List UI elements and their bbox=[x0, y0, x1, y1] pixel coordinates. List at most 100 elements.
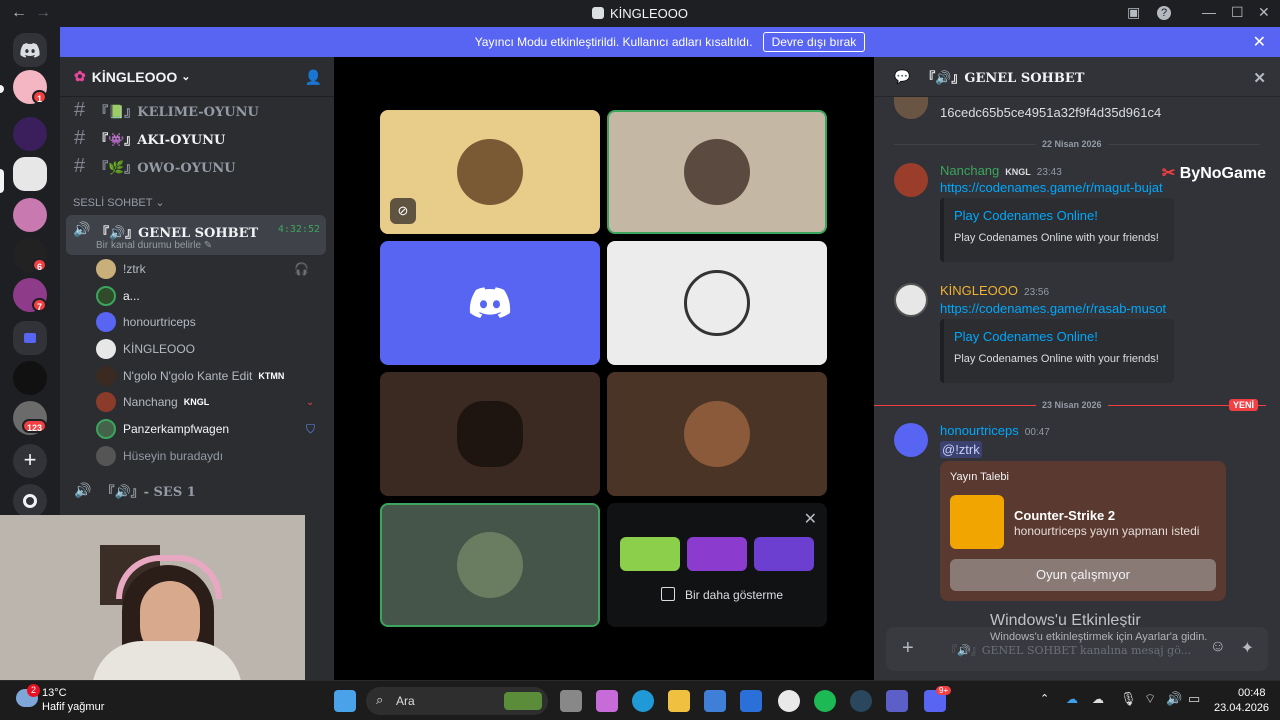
text-channel[interactable]: # 『📗』KELIME-OYUNU bbox=[68, 97, 326, 123]
add-attachment-icon[interactable]: + bbox=[902, 637, 914, 660]
muted-mic-icon: ⊘ bbox=[390, 198, 416, 224]
add-server-icon[interactable]: + bbox=[13, 444, 47, 478]
message-author[interactable]: KİNGLEOOO 23:56 bbox=[940, 283, 1049, 298]
embed-title[interactable]: Play Codenames Online! bbox=[954, 208, 1098, 223]
edge-icon[interactable] bbox=[632, 690, 654, 712]
message-link[interactable]: https://codenames.game/r/magut-bujat bbox=[940, 180, 1163, 195]
task-view-icon[interactable] bbox=[560, 690, 582, 712]
apps-icon[interactable]: ✦ bbox=[1241, 638, 1254, 658]
voice-user[interactable]: N'golo N'golo Kante Edit KTMN bbox=[96, 364, 284, 388]
avatar[interactable] bbox=[894, 283, 928, 317]
category-voice[interactable]: SESLİ SOHBET ⌄ bbox=[73, 196, 165, 209]
server-icon-3[interactable] bbox=[13, 198, 47, 232]
channel-name: 『🌿』OWO-OYUNU bbox=[95, 160, 236, 176]
thread-icon: 💬 bbox=[894, 68, 911, 84]
search-highlight-image bbox=[504, 692, 542, 710]
mention-badge: 1 bbox=[32, 90, 48, 104]
chrome-icon[interactable] bbox=[778, 690, 800, 712]
avatar[interactable] bbox=[894, 423, 928, 457]
invite-people-icon[interactable]: 👤 bbox=[305, 69, 322, 86]
voice-user[interactable]: !ztrk 🎧 bbox=[96, 257, 309, 281]
start-button-icon[interactable] bbox=[334, 690, 356, 712]
close-banner-icon[interactable]: ✕ bbox=[1253, 32, 1266, 52]
avatar bbox=[457, 139, 523, 205]
text-channel[interactable]: # 『🌿』OWO-OYUNU bbox=[68, 153, 326, 179]
message-author[interactable]: honourtriceps 00:47 bbox=[940, 423, 1050, 438]
mention[interactable]: @!ztrk bbox=[940, 441, 982, 458]
message-author[interactable]: Nanchang KNGL 23:43 bbox=[940, 163, 1062, 178]
avatar bbox=[894, 97, 928, 119]
participant-tile[interactable] bbox=[607, 241, 827, 365]
discord-home-icon[interactable] bbox=[13, 33, 47, 67]
file-explorer-icon[interactable] bbox=[668, 690, 690, 712]
onedrive-icon[interactable]: ☁ bbox=[1066, 692, 1078, 706]
voice-user[interactable]: honourtriceps bbox=[96, 310, 196, 334]
inbox-icon[interactable]: ▣ bbox=[1127, 4, 1140, 21]
activity-thumbnail[interactable] bbox=[620, 537, 680, 571]
activity-thumbnail[interactable] bbox=[687, 537, 747, 571]
chevron-up-icon[interactable]: ⌃ bbox=[1040, 692, 1049, 705]
text-channel[interactable]: # 『👾』AKI-OYUNU bbox=[68, 125, 326, 151]
discord-badge: 9+ bbox=[936, 686, 952, 695]
cs2-game-icon bbox=[950, 495, 1004, 549]
participant-tile[interactable]: ⊘ bbox=[380, 110, 600, 234]
voice-channel-active[interactable]: 🔊 『🔊』GENEL SOHBET 4:32:52 Bir kanal duru… bbox=[66, 215, 326, 255]
voice-timer: 4:32:52 bbox=[277, 224, 320, 235]
battery-icon[interactable]: ▭ bbox=[1188, 691, 1200, 707]
emoji-icon[interactable]: ☺ bbox=[1210, 638, 1226, 656]
embed-title[interactable]: Play Codenames Online! bbox=[954, 329, 1098, 344]
wifi-icon[interactable]: ⌔ bbox=[1144, 691, 1156, 707]
channel-status[interactable]: Bir kanal durumu belirle ✎ bbox=[96, 240, 212, 251]
disable-streamer-mode-button[interactable]: Devre dışı bırak bbox=[762, 32, 866, 52]
user-name: Hüseyin buradaydı bbox=[123, 449, 224, 463]
folder-icon[interactable] bbox=[13, 321, 47, 355]
close-window-button[interactable]: ✕ bbox=[1258, 4, 1270, 21]
activation-subtext: Windows'u etkinleştirmek için Ayarlar'a … bbox=[990, 631, 1208, 643]
activity-thumbnail[interactable] bbox=[754, 537, 814, 571]
server-icon-2[interactable] bbox=[13, 117, 47, 151]
clock-time[interactable]: 00:48 bbox=[1238, 687, 1266, 699]
avatar[interactable] bbox=[894, 163, 928, 197]
help-icon[interactable]: ? bbox=[1157, 6, 1171, 20]
store-icon[interactable] bbox=[704, 690, 726, 712]
voice-user[interactable]: Hüseyin buradaydı bbox=[96, 444, 223, 468]
server-badge-icon: ✿ bbox=[74, 68, 86, 84]
copilot-icon[interactable] bbox=[596, 690, 618, 712]
dont-show-checkbox[interactable] bbox=[661, 587, 675, 601]
taskbar-search[interactable]: ⌕ Ara bbox=[366, 687, 548, 715]
server-icon-leo[interactable] bbox=[13, 157, 47, 191]
message-input[interactable]: + 『🔊』GENEL SOHBET kanalına mesaj gö... W… bbox=[886, 627, 1268, 671]
participant-tile-speaking[interactable] bbox=[607, 110, 827, 234]
voice-user[interactable]: Panzerkampfwagen ⛉ bbox=[96, 417, 315, 441]
game-not-running-button[interactable]: Oyun çalışmıyor bbox=[950, 559, 1216, 591]
voice-user[interactable]: KİNGLEOOO bbox=[96, 337, 195, 361]
participant-tile[interactable] bbox=[380, 372, 600, 496]
participant-tile-speaking[interactable] bbox=[380, 503, 600, 627]
embed-description: Play Codenames Online with your friends! bbox=[954, 353, 1159, 365]
volume-icon[interactable]: 🔊 bbox=[1166, 691, 1182, 707]
server-icon-6[interactable] bbox=[13, 361, 47, 395]
voice-user[interactable]: a... bbox=[96, 284, 140, 308]
spotify-icon[interactable] bbox=[814, 690, 836, 712]
minimize-button[interactable]: — bbox=[1202, 4, 1216, 20]
clock-date[interactable]: 23.04.2026 bbox=[1214, 702, 1269, 714]
teams-icon[interactable] bbox=[886, 690, 908, 712]
hash-icon: # bbox=[74, 98, 86, 121]
voice-channel[interactable]: 🔊 『🔊』- SES 1 bbox=[68, 477, 326, 503]
maximize-button[interactable]: ☐ bbox=[1231, 4, 1244, 21]
card-label: Yayın Talebi bbox=[950, 471, 1009, 483]
cloud-icon[interactable]: ☁ bbox=[1092, 692, 1104, 706]
microphone-icon[interactable]: 🎙 bbox=[1120, 691, 1137, 707]
server-header[interactable]: ✿ KİNGLEOOO ⌄ 👤 bbox=[60, 57, 334, 97]
message-link[interactable]: https://codenames.game/r/rasab-musot bbox=[940, 301, 1166, 316]
voice-user[interactable]: Nanchang KNGL ⌄ bbox=[96, 390, 314, 414]
chat-title: 『🔊』GENEL SOHBET bbox=[922, 71, 1085, 86]
participant-tile[interactable] bbox=[380, 241, 600, 365]
discover-icon[interactable] bbox=[13, 484, 47, 518]
participant-tile[interactable] bbox=[607, 372, 827, 496]
mail-icon[interactable] bbox=[740, 690, 762, 712]
close-chat-icon[interactable]: ✕ bbox=[1253, 69, 1266, 87]
steam-icon[interactable] bbox=[850, 690, 872, 712]
deafened-icon: 🎧 bbox=[294, 262, 309, 276]
close-icon[interactable]: ✕ bbox=[804, 509, 817, 529]
